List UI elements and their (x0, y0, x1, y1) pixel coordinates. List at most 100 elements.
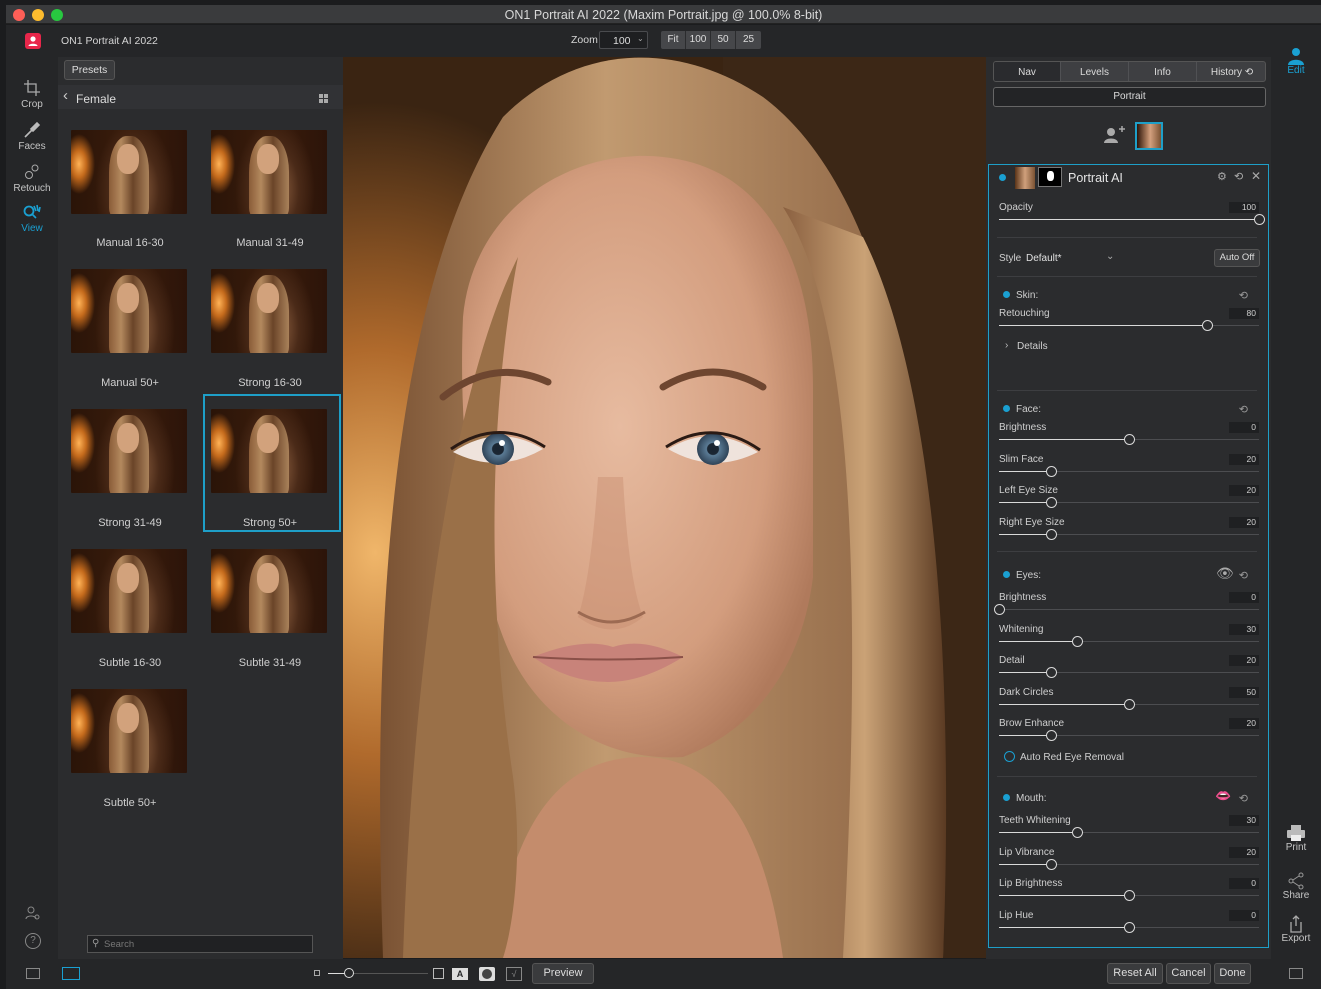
share-button[interactable]: Share (1271, 872, 1321, 901)
grid-view-icon[interactable] (319, 94, 328, 103)
slider-knob[interactable] (1046, 667, 1057, 678)
zoom-50-button[interactable]: 50 (711, 31, 736, 49)
thumbnail-size-slider[interactable] (328, 968, 428, 978)
tool-crop[interactable]: Crop (6, 79, 58, 110)
presets-button[interactable]: Presets (64, 60, 115, 80)
tool-view[interactable]: View (6, 203, 58, 234)
add-eye-icon[interactable]: 👁 (1216, 565, 1234, 582)
slider-brightness[interactable]: Brightness 0 (994, 592, 1259, 622)
mask-view-icon[interactable] (479, 967, 495, 981)
filmstrip-toggle-icon[interactable] (62, 967, 80, 980)
slider-knob[interactable] (1072, 635, 1083, 647)
slider-value[interactable]: 0 (1229, 422, 1259, 433)
edit-module[interactable]: Edit (1271, 47, 1321, 76)
view-a-icon[interactable]: A (452, 968, 468, 980)
slider-track[interactable] (999, 921, 1259, 933)
slider-knob[interactable] (1046, 465, 1057, 477)
gear-icon[interactable]: ⚙ (1217, 170, 1227, 183)
auto-toggle-button[interactable]: Auto Off (1214, 249, 1260, 267)
preset-thumbnail[interactable] (71, 130, 187, 214)
slider-track[interactable] (999, 465, 1259, 477)
zoom-fit-button[interactable]: Fit (661, 31, 686, 49)
back-chevron-icon[interactable]: ‹ (63, 87, 68, 104)
slider-knob[interactable] (1124, 434, 1135, 445)
mask-thumbnail[interactable] (1038, 167, 1062, 187)
slider-track[interactable] (999, 528, 1259, 540)
cancel-button[interactable]: Cancel (1166, 963, 1211, 984)
slider-lip-brightness[interactable]: Lip Brightness 0 (997, 878, 1259, 908)
toggle-right-panel-icon[interactable] (1289, 968, 1303, 979)
slider-track[interactable] (999, 635, 1259, 647)
slider-knob[interactable] (994, 604, 1005, 615)
slider-value[interactable]: 50 (1229, 686, 1259, 698)
slider-track[interactable] (999, 827, 1259, 838)
reset-icon[interactable]: ⟲ (1234, 170, 1243, 183)
slider-value[interactable]: 20 (1229, 846, 1259, 858)
slider-brow-enhance[interactable]: Brow Enhance 20 (997, 718, 1259, 748)
section-face[interactable]: Face: (1003, 404, 1041, 415)
export-button[interactable]: Export (1271, 915, 1321, 944)
reset-icon[interactable]: ⟲ (1239, 403, 1248, 416)
slider-knob[interactable] (1046, 528, 1057, 540)
slider-value[interactable]: 20 (1229, 485, 1259, 496)
user-icon[interactable] (25, 905, 41, 924)
reset-icon[interactable]: ⟲ (1239, 569, 1248, 582)
reset-icon[interactable]: ⟲ (1239, 792, 1248, 805)
tab-info[interactable]: Info (1129, 62, 1197, 81)
slider-value[interactable]: 0 (1229, 592, 1259, 603)
detected-face-thumbnail[interactable] (1135, 122, 1163, 150)
slider-track[interactable] (999, 890, 1259, 901)
slider-value[interactable]: 20 (1229, 453, 1259, 465)
toggle-left-panel-icon[interactable] (26, 968, 40, 979)
add-mouth-icon[interactable]: 👄 (1215, 788, 1231, 804)
preset-thumbnail[interactable] (211, 549, 327, 633)
slider-right-eye-size[interactable]: Right Eye Size 20 (997, 516, 1259, 547)
tab-levels[interactable]: Levels (1061, 62, 1129, 81)
section-mouth[interactable]: Mouth: (1003, 793, 1047, 804)
red-eye-checkbox[interactable] (1004, 751, 1015, 762)
tool-retouch[interactable]: Retouch (6, 163, 58, 194)
slider-brightness[interactable]: Brightness 0 (997, 422, 1259, 452)
slider-value[interactable]: 30 (1229, 623, 1259, 635)
preset-thumbnail[interactable] (71, 269, 187, 353)
search-input[interactable]: ⚲ Search (87, 935, 313, 953)
slider-lip-hue[interactable]: Lip Hue 0 (997, 909, 1259, 940)
slider-knob[interactable] (1124, 890, 1135, 901)
slider-value[interactable]: 0 (1229, 909, 1259, 921)
zoom-25-button[interactable]: 25 (736, 31, 761, 49)
slider-retouching[interactable]: Retouching 80 (997, 308, 1259, 338)
help-icon[interactable]: ? (25, 933, 41, 949)
reset-all-button[interactable]: Reset All (1107, 963, 1163, 984)
close-icon[interactable]: ✕ (1251, 169, 1261, 183)
slider-slim-face[interactable]: Slim Face 20 (997, 453, 1259, 484)
slider-track[interactable] (999, 858, 1259, 870)
preset-thumbnail-selected[interactable] (211, 409, 327, 493)
preset-thumbnail[interactable] (71, 689, 187, 773)
slider-track[interactable] (999, 730, 1259, 741)
slider-left-eye-size[interactable]: Left Eye Size 20 (997, 485, 1259, 515)
slider-value[interactable]: 100 (1229, 202, 1259, 213)
slider-track[interactable] (999, 698, 1259, 710)
style-select[interactable]: Default* (1026, 253, 1062, 264)
slider-value[interactable]: 0 (1229, 878, 1259, 889)
details-expander[interactable]: Details (1017, 341, 1048, 352)
portrait-mode-button[interactable]: Portrait (993, 87, 1266, 107)
slider-knob[interactable] (1072, 827, 1083, 838)
chevron-right-icon[interactable]: › (1005, 340, 1008, 351)
slider-track[interactable] (994, 604, 1259, 615)
tab-nav[interactable]: Nav (994, 62, 1061, 81)
print-button[interactable]: Print (1271, 824, 1321, 853)
slider-knob[interactable] (1124, 698, 1135, 710)
slider-teeth-whitening[interactable]: Teeth Whitening 30 (997, 815, 1259, 845)
slider-track[interactable] (999, 667, 1259, 678)
preset-thumbnail[interactable] (211, 130, 327, 214)
compare-icon[interactable]: √ (506, 967, 522, 981)
slider-track[interactable] (999, 497, 1259, 508)
zoom-100-button[interactable]: 100 (686, 31, 711, 49)
tool-faces[interactable]: Faces (6, 121, 58, 152)
reset-icon[interactable]: ⟲ (1239, 289, 1248, 302)
chevron-down-icon[interactable]: ⌄ (1106, 251, 1114, 262)
slider-knob[interactable] (1046, 730, 1057, 741)
slider-detail[interactable]: Detail 20 (997, 655, 1259, 685)
tab-history[interactable]: History ⟲ (1197, 62, 1265, 81)
